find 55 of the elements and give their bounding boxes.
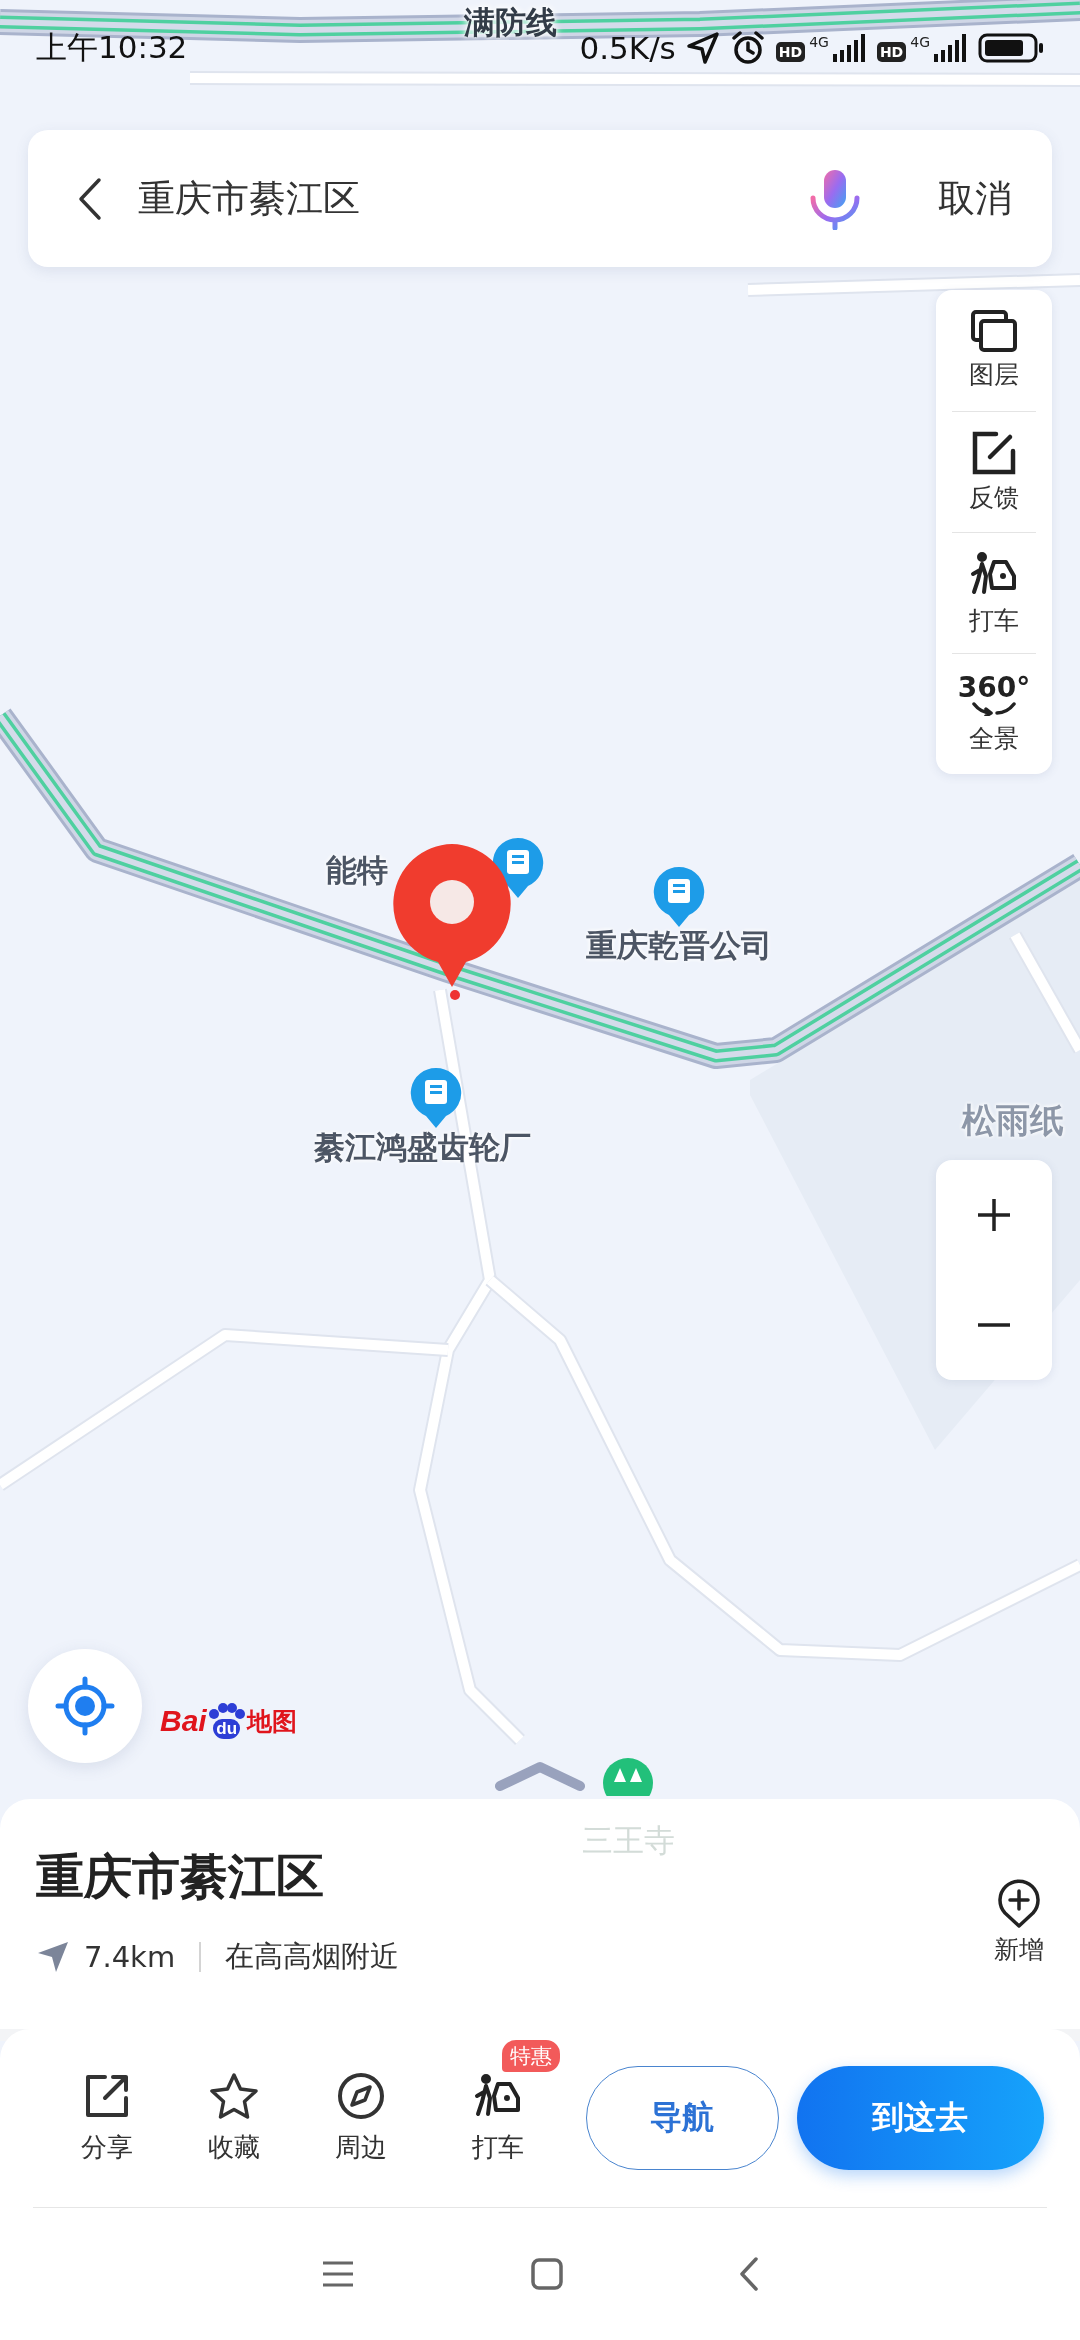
back-icon[interactable] xyxy=(739,2257,759,2291)
map-label[interactable]: 綦江鸿盛齿轮厂 xyxy=(313,1127,531,1169)
map-tool-button[interactable]: 图层 xyxy=(952,290,1036,411)
navigation-arrow-icon xyxy=(36,1940,70,1974)
chevron-up-icon[interactable] xyxy=(495,1761,585,1791)
action-button[interactable]: 分享 xyxy=(44,2071,171,2165)
promo-badge: 特惠 xyxy=(501,2039,560,2072)
search-query[interactable]: 重庆市綦江区 xyxy=(138,173,772,224)
hd-badge: HD xyxy=(775,42,806,62)
network-speed: 0.5K/s xyxy=(579,30,676,66)
map-tool-button[interactable]: 360° 全景 xyxy=(952,653,1036,774)
panorama-icon-text: 360° xyxy=(957,673,1031,702)
logo-text: Bai xyxy=(160,1704,207,1738)
map-label[interactable]: 重庆乾晋公司 xyxy=(586,925,772,967)
distance-text: 7.4km xyxy=(84,1940,176,1974)
edit-icon xyxy=(972,430,1016,475)
navigate-button[interactable]: 导航 xyxy=(586,2066,779,2170)
network-type: 4G xyxy=(910,34,930,50)
battery-icon xyxy=(978,33,1044,63)
menu-icon[interactable] xyxy=(321,2260,355,2288)
action-button[interactable]: 周边 xyxy=(297,2071,424,2165)
building-marker-icon[interactable] xyxy=(409,1066,463,1130)
map-tool-button[interactable]: 反馈 xyxy=(952,411,1036,532)
microphone-icon[interactable] xyxy=(808,167,862,230)
signal-icon xyxy=(934,34,968,62)
action-button[interactable]: 收藏 xyxy=(170,2071,298,2165)
star-icon xyxy=(209,2071,259,2120)
home-icon[interactable] xyxy=(531,2258,563,2290)
map-tool-button[interactable]: 打车 xyxy=(952,532,1036,653)
logo-text: 地图 xyxy=(246,1705,297,1738)
cancel-button[interactable]: 取消 xyxy=(938,173,1012,224)
paw-icon xyxy=(206,1703,247,1719)
rotate-arrow-icon xyxy=(971,701,1017,716)
back-icon[interactable] xyxy=(78,176,102,221)
network-type: 4G xyxy=(809,34,829,50)
location-pin-icon xyxy=(390,842,514,1002)
building-marker-icon[interactable] xyxy=(652,865,706,929)
tree-marker-icon xyxy=(601,1756,655,1796)
signal-icon xyxy=(832,34,867,62)
minus-icon xyxy=(976,1323,1012,1327)
search-bar[interactable]: 重庆市綦江区 取消 xyxy=(28,130,1052,267)
map-label[interactable]: 能特 xyxy=(326,850,388,892)
layers-icon xyxy=(971,310,1017,352)
location-arrow-icon xyxy=(685,31,720,65)
add-pin-icon xyxy=(996,1879,1042,1929)
status-time: 上午10:32 xyxy=(36,28,189,67)
place-name: 重庆市綦江区 xyxy=(36,1847,325,1906)
alarm-icon xyxy=(729,30,766,66)
nearby-text: 在高高烟附近 xyxy=(225,1938,400,1975)
add-place-button[interactable]: 新增 xyxy=(994,1879,1044,1966)
action-button[interactable]: 特惠 打车 xyxy=(423,2039,573,2165)
compass-icon xyxy=(336,2071,385,2120)
locate-icon xyxy=(55,1676,115,1736)
plus-icon xyxy=(976,1197,1012,1233)
hd-badge: HD xyxy=(876,42,907,62)
